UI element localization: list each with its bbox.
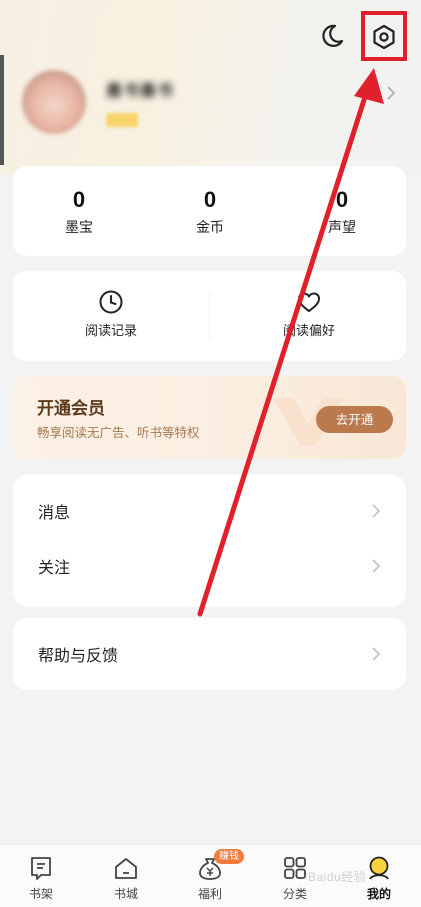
nickname: 墨书墨书 (106, 81, 175, 100)
shortcuts-card: 阅读记录 阅读偏好 (13, 271, 406, 361)
stat-mobao[interactable]: 0 墨宝 (34, 186, 124, 237)
menu-item-help-feedback[interactable]: 帮助与反馈 (13, 626, 406, 682)
chevron-right-icon (387, 86, 396, 100)
vip-card[interactable]: 开通会员 畅享阅读无广告、听书等特权 去开通 (13, 376, 406, 459)
stat-value: 0 (203, 187, 217, 212)
shortcut-label: 阅读偏好 (282, 324, 335, 339)
stat-label: 墨宝 (65, 220, 93, 236)
watermark: Baidu经验 (308, 870, 367, 884)
help-card: 帮助与反馈 (13, 618, 406, 690)
profile-icon (369, 856, 389, 880)
vip-title: 开通会员 (37, 399, 105, 419)
tab-label: 分类 (282, 887, 307, 901)
menu-card: 消息 关注 (13, 475, 406, 607)
level-badge (106, 113, 138, 127)
tab-label: 书架 (28, 887, 53, 901)
tab-label: 我的 (366, 887, 391, 901)
home-icon (115, 858, 137, 879)
heart-icon (298, 292, 320, 312)
stat-label: 金币 (196, 220, 224, 236)
profile-section[interactable]: 墨书墨书 (0, 55, 421, 165)
open-vip-button[interactable]: 去开通 (316, 406, 393, 433)
menu-item-messages[interactable]: 消息 (13, 483, 406, 539)
tab-label: 书城 (113, 887, 138, 901)
moon-icon (322, 24, 344, 47)
stat-label: 声望 (328, 220, 356, 236)
reading-history-button[interactable]: 阅读记录 (51, 289, 171, 339)
menu-item-following[interactable]: 关注 (13, 538, 406, 594)
grid-icon (284, 857, 306, 879)
night-mode-button[interactable] (318, 22, 346, 50)
chevron-right-icon (372, 504, 381, 518)
stats-card: 0 墨宝 0 金币 0 声望 (13, 166, 406, 256)
settings-highlight-box (361, 11, 407, 61)
tab-label: 福利 (197, 887, 222, 901)
profile-edge-bar (0, 55, 4, 165)
menu-item-label: 消息 (38, 503, 71, 522)
divider (209, 293, 210, 339)
chevron-right-icon (372, 559, 381, 573)
clock-icon (99, 290, 123, 314)
tab-bookshelf[interactable]: 书架 (11, 855, 71, 902)
bookshelf-icon (31, 857, 51, 880)
stat-value: 0 (72, 187, 86, 212)
stat-reputation[interactable]: 0 声望 (297, 186, 387, 237)
vip-subtitle: 畅享阅读无广告、听书等特权 (37, 425, 200, 440)
avatar[interactable] (22, 70, 86, 134)
reading-preference-button[interactable]: 阅读偏好 (249, 289, 369, 339)
shortcut-label: 阅读记录 (84, 324, 137, 339)
stat-coins[interactable]: 0 金币 (165, 186, 255, 237)
menu-item-label: 关注 (38, 558, 71, 577)
menu-item-label: 帮助与反馈 (38, 646, 119, 665)
chevron-right-icon (372, 647, 381, 661)
stat-value: 0 (335, 187, 349, 212)
earn-money-badge: 赚钱 (214, 849, 244, 864)
tab-bookstore[interactable]: 书城 (96, 855, 156, 902)
